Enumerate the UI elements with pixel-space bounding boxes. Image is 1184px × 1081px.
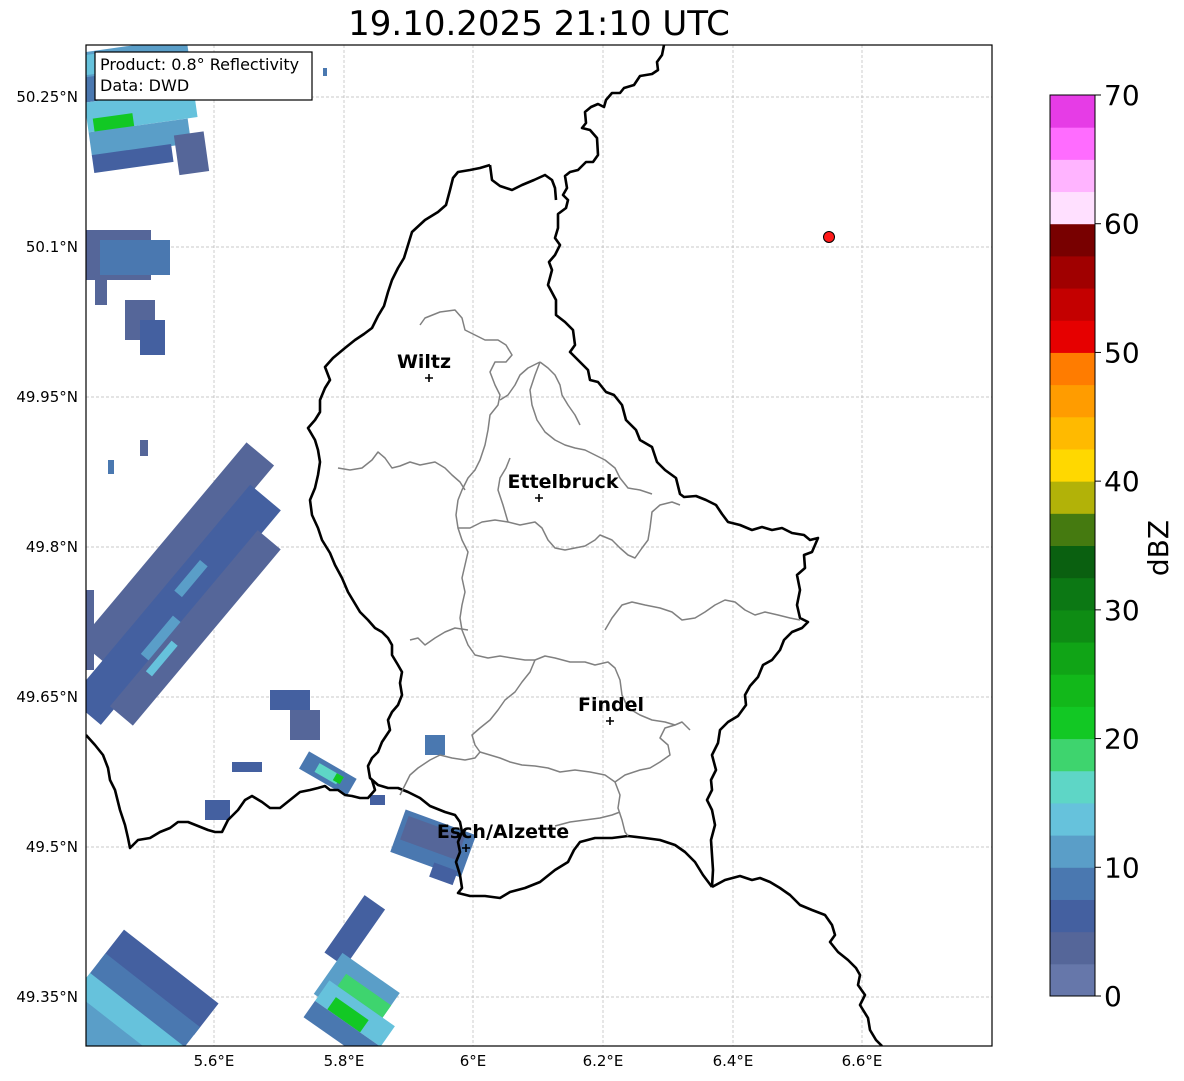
info-data-source: Data: DWD [100,76,189,95]
colorbar-segment [1050,320,1095,353]
city-label-wiltz: Wiltz [397,351,451,373]
lat-tick: 50.1°N [26,238,78,256]
city-label-findel: Findel [578,694,644,716]
colorbar-segment [1050,416,1095,450]
colorbar-label: dBZ [1142,520,1175,576]
colorbar-segment [1050,352,1095,386]
colorbar-tick-label: 50 [1104,336,1140,369]
colorbar-segment [1050,899,1095,933]
colorbar-segment [1050,513,1095,546]
colorbar-ticks: 0 10 20 30 40 50 60 70 [1095,79,1140,1013]
colorbar: 0 10 20 30 40 50 60 70 dBZ [1049,79,1175,1013]
colorbar-segment [1050,255,1095,289]
colorbar-tick-label: 40 [1104,465,1140,498]
colorbar-tick-label: 60 [1104,208,1140,241]
lat-tick: 49.95°N [16,388,78,406]
colorbar-segment [1050,545,1095,579]
lat-tick: 49.35°N [16,988,78,1006]
colorbar-segment [1050,95,1095,128]
colorbar-segment [1050,223,1095,257]
lon-tick: 6.6°E [842,1052,883,1070]
colorbar-tick-label: 70 [1104,79,1140,112]
lon-tick: 6°E [460,1052,487,1070]
colorbar-tick-label: 10 [1104,851,1140,884]
colorbar-segment [1050,481,1095,514]
colorbar-segment [1050,609,1095,643]
colorbar-tick-label: 20 [1104,723,1140,756]
colorbar-segment [1050,288,1095,321]
longitude-labels: 5.6°E 5.8°E 6°E 6.2°E 6.4°E 6.6°E [194,1052,883,1070]
colorbar-segment [1050,706,1095,740]
lon-tick: 6.4°E [713,1052,754,1070]
city-label-esch-alzette: Esch/Alzette [437,821,569,843]
colorbar-segment [1050,191,1095,225]
lat-tick: 49.65°N [16,688,78,706]
lat-tick: 50.25°N [16,88,78,106]
lat-tick: 49.8°N [26,538,78,556]
colorbar-tick-label: 0 [1104,980,1122,1013]
colorbar-segment [1050,738,1095,772]
lon-tick: 6.2°E [583,1052,624,1070]
colorbar-segment [1050,127,1095,160]
colorbar-segment [1050,384,1095,418]
colorbar-segment [1050,770,1095,804]
colorbar-segment [1050,835,1095,868]
colorbar-segment [1050,963,1095,997]
lon-tick: 5.6°E [194,1052,235,1070]
info-box: Product: 0.8° Reflectivity Data: DWD [94,51,313,101]
colorbar-segment [1050,674,1095,707]
colorbar-segments [1050,95,1095,997]
info-product: Product: 0.8° Reflectivity [100,55,299,74]
colorbar-segment [1050,159,1095,193]
radar-map: Wiltz Ettelbruck Findel Esch/Alzette Pro… [16,44,1175,1070]
colorbar-segment [1050,448,1095,482]
colorbar-segment [1050,577,1095,611]
map-area: Wiltz Ettelbruck Findel Esch/Alzette Pro… [86,45,992,1046]
lon-tick: 5.8°E [324,1052,365,1070]
lat-tick: 49.5°N [26,838,78,856]
city-label-ettelbruck: Ettelbruck [508,471,619,493]
colorbar-tick-label: 30 [1104,594,1140,627]
colorbar-segment [1050,931,1095,965]
location-marker [823,231,835,243]
colorbar-segment [1050,642,1095,675]
colorbar-segment [1050,867,1095,900]
latitude-labels: 50.25°N 50.1°N 49.95°N 49.8°N 49.65°N 49… [16,88,78,1006]
colorbar-segment [1050,802,1095,836]
